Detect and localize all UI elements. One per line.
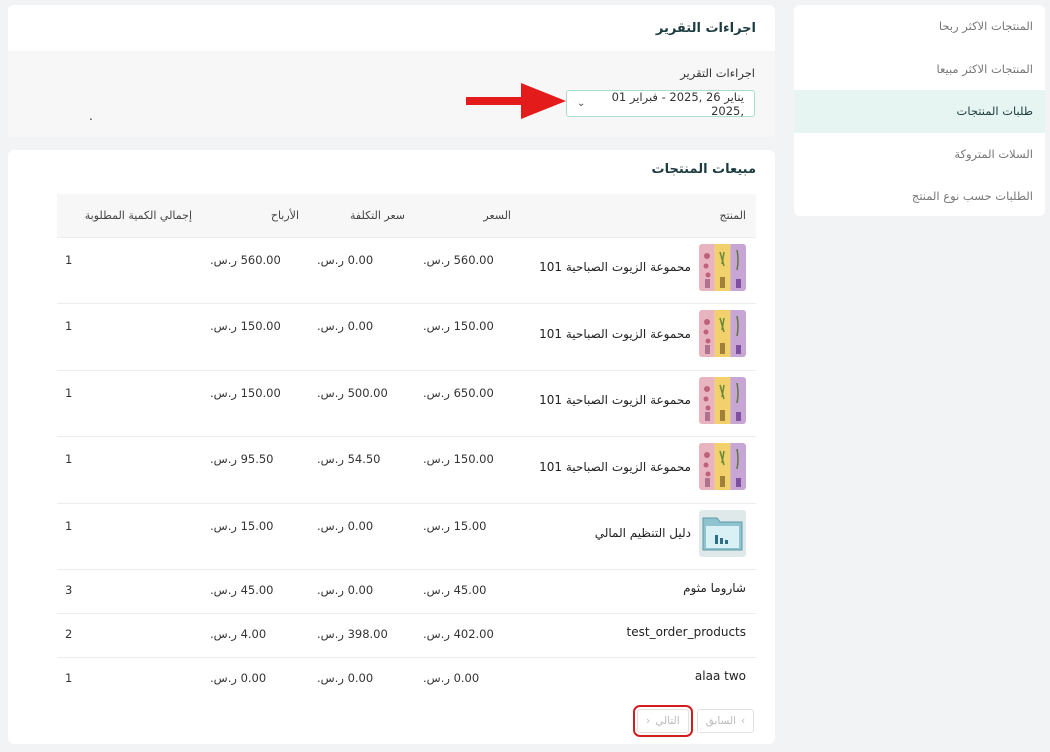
table-row: دليل التنظيم المالي 15.00 ر.س. 0.00 ر.س.… (57, 502, 756, 570)
cell-price: 150.00 ر.س. (415, 303, 521, 370)
cell-cost: 54.50 ر.س. (309, 436, 415, 503)
cell-cost: 0.00 ر.س. (309, 657, 415, 702)
report-actions-body: اجراءات التقرير يناير 26 ,2025 - فبراير … (8, 51, 775, 137)
cell-price: 45.00 ر.س. (415, 569, 521, 614)
report-actions-card: اجراءات التقرير اجراءات التقرير يناير 26… (8, 5, 775, 137)
cell-profit: 95.50 ر.س. (202, 436, 309, 503)
table-row: شاروما مثوم 45.00 ر.س. 0.00 ر.س. 45.00 ر… (57, 569, 756, 614)
table-row: alaa two 0.00 ر.س. 0.00 ر.س. 0.00 ر.س. 1 (57, 657, 756, 702)
cell-quantity: 1 (57, 502, 202, 570)
report-actions-title: اجراءات التقرير (655, 20, 756, 36)
product-sales-card: مبيعات المنتجات المنتج السعر سعر التكلفة… (8, 150, 775, 744)
oils-icon (699, 310, 746, 357)
header-product: المنتج (719, 208, 746, 222)
red-arrow-annotation-icon (466, 83, 566, 119)
oils-icon (699, 443, 746, 490)
cell-profit: 150.00 ر.س. (202, 303, 309, 370)
table-header-row: المنتج السعر سعر التكلفة الأرباح إجمالي … (57, 194, 756, 237)
product-sales-title: مبيعات المنتجات (651, 162, 756, 177)
chevron-left-icon: ‹ (646, 715, 651, 727)
cell-price: 402.00 ر.س. (415, 613, 521, 658)
prev-page-button[interactable]: › السابق (696, 709, 755, 733)
header-profit: الأرباح (270, 208, 299, 222)
date-range-label: اجراءات التقرير (680, 66, 755, 80)
oils-icon (699, 376, 746, 424)
date-range-select[interactable]: يناير 26 ,2025 - فبراير 01 ,2025 ⌄ (566, 89, 755, 118)
product-name: محموعة الزيوت الصباحية 101 (539, 393, 691, 407)
cell-profit: 560.00 ر.س. (202, 236, 309, 304)
cell-cost: 0.00 ر.س. (309, 569, 415, 614)
stray-dot: . (89, 109, 93, 123)
sidebar-item-product-orders[interactable]: طلبات المنتجات (794, 90, 1045, 133)
header-cost: سعر التكلفة (350, 208, 405, 222)
sidebar-item-best-selling[interactable]: المنتجات الاكثر مبيعا (794, 48, 1045, 91)
product-name: محموعة الزيوت الصباحية 101 (539, 459, 691, 474)
cell-quantity: 1 (57, 236, 202, 304)
finance-folder-icon (699, 509, 746, 557)
cell-price: 0.00 ر.س. (415, 657, 521, 702)
cell-cost: 0.00 ر.س. (309, 303, 415, 370)
cell-price: 150.00 ر.س. (415, 436, 521, 503)
table-row: محموعة الزيوت الصباحية 101 150.00 ر.س. 5… (57, 436, 756, 503)
cell-quantity: 2 (57, 613, 202, 658)
sidebar-nav: المنتجات الاكثر ربحا المنتجات الاكثر مبي… (794, 5, 1045, 216)
cell-quantity: 1 (57, 436, 202, 503)
table-row: محموعة الزيوت الصباحية 101 150.00 ر.س. 0… (57, 303, 756, 370)
cell-price: 560.00 ر.س. (415, 236, 521, 304)
cell-cost: 500.00 ر.س. (309, 369, 415, 437)
product-name: محموعة الزيوت الصباحية 101 (539, 326, 691, 341)
table-row: محموعة الزيوت الصباحية 101 560.00 ر.س. 0… (57, 236, 756, 304)
product-name: شاروما مثوم (683, 581, 746, 595)
chevron-right-icon: › (741, 715, 746, 727)
next-page-label: التالي (655, 715, 680, 727)
product-name: دليل التنظيم المالي (594, 526, 691, 540)
table-row: test_order_products 402.00 ر.س. 398.00 ر… (57, 613, 756, 658)
product-sales-table: المنتج السعر سعر التكلفة الأرباح إجمالي … (57, 194, 756, 702)
cell-profit: 4.00 ر.س. (202, 613, 309, 658)
cell-cost: 0.00 ر.س. (309, 236, 415, 304)
product-name: محموعة الزيوت الصباحية 101 (539, 260, 691, 274)
product-name: alaa two (694, 669, 746, 683)
cell-price: 15.00 ر.س. (415, 502, 521, 570)
sidebar-item-most-profitable[interactable]: المنتجات الاكثر ربحا (794, 5, 1045, 48)
cell-profit: 0.00 ر.س. (202, 657, 309, 702)
product-name: test_order_products (626, 625, 746, 639)
cell-profit: 15.00 ر.س. (202, 502, 309, 570)
header-price: السعر (483, 208, 511, 222)
sidebar-item-orders-by-type[interactable]: الطلبات حسب نوع المنتج (794, 175, 1045, 216)
cell-quantity: 1 (57, 657, 202, 702)
cell-cost: 0.00 ر.س. (309, 502, 415, 570)
cell-profit: 45.00 ر.س. (202, 569, 309, 614)
cell-price: 650.00 ر.س. (415, 369, 521, 437)
oils-icon (699, 243, 746, 291)
cell-quantity: 3 (57, 569, 202, 614)
date-range-value: يناير 26 ,2025 - فبراير 01 ,2025 (611, 89, 744, 118)
cell-profit: 150.00 ر.س. (202, 369, 309, 437)
header-quantity: إجمالي الكمية المطلوبة (84, 208, 192, 222)
cell-quantity: 1 (57, 369, 202, 437)
next-page-button[interactable]: التالي ‹ (633, 705, 693, 737)
chevron-down-icon: ⌄ (577, 98, 586, 109)
prev-page-label: السابق (705, 715, 737, 727)
cell-quantity: 1 (57, 303, 202, 370)
cell-cost: 398.00 ر.س. (309, 613, 415, 658)
table-row: محموعة الزيوت الصباحية 101 650.00 ر.س. 5… (57, 369, 756, 437)
pagination: › السابق التالي ‹ (633, 705, 755, 737)
sidebar-item-abandoned-carts[interactable]: السلات المتروكة (794, 133, 1045, 176)
